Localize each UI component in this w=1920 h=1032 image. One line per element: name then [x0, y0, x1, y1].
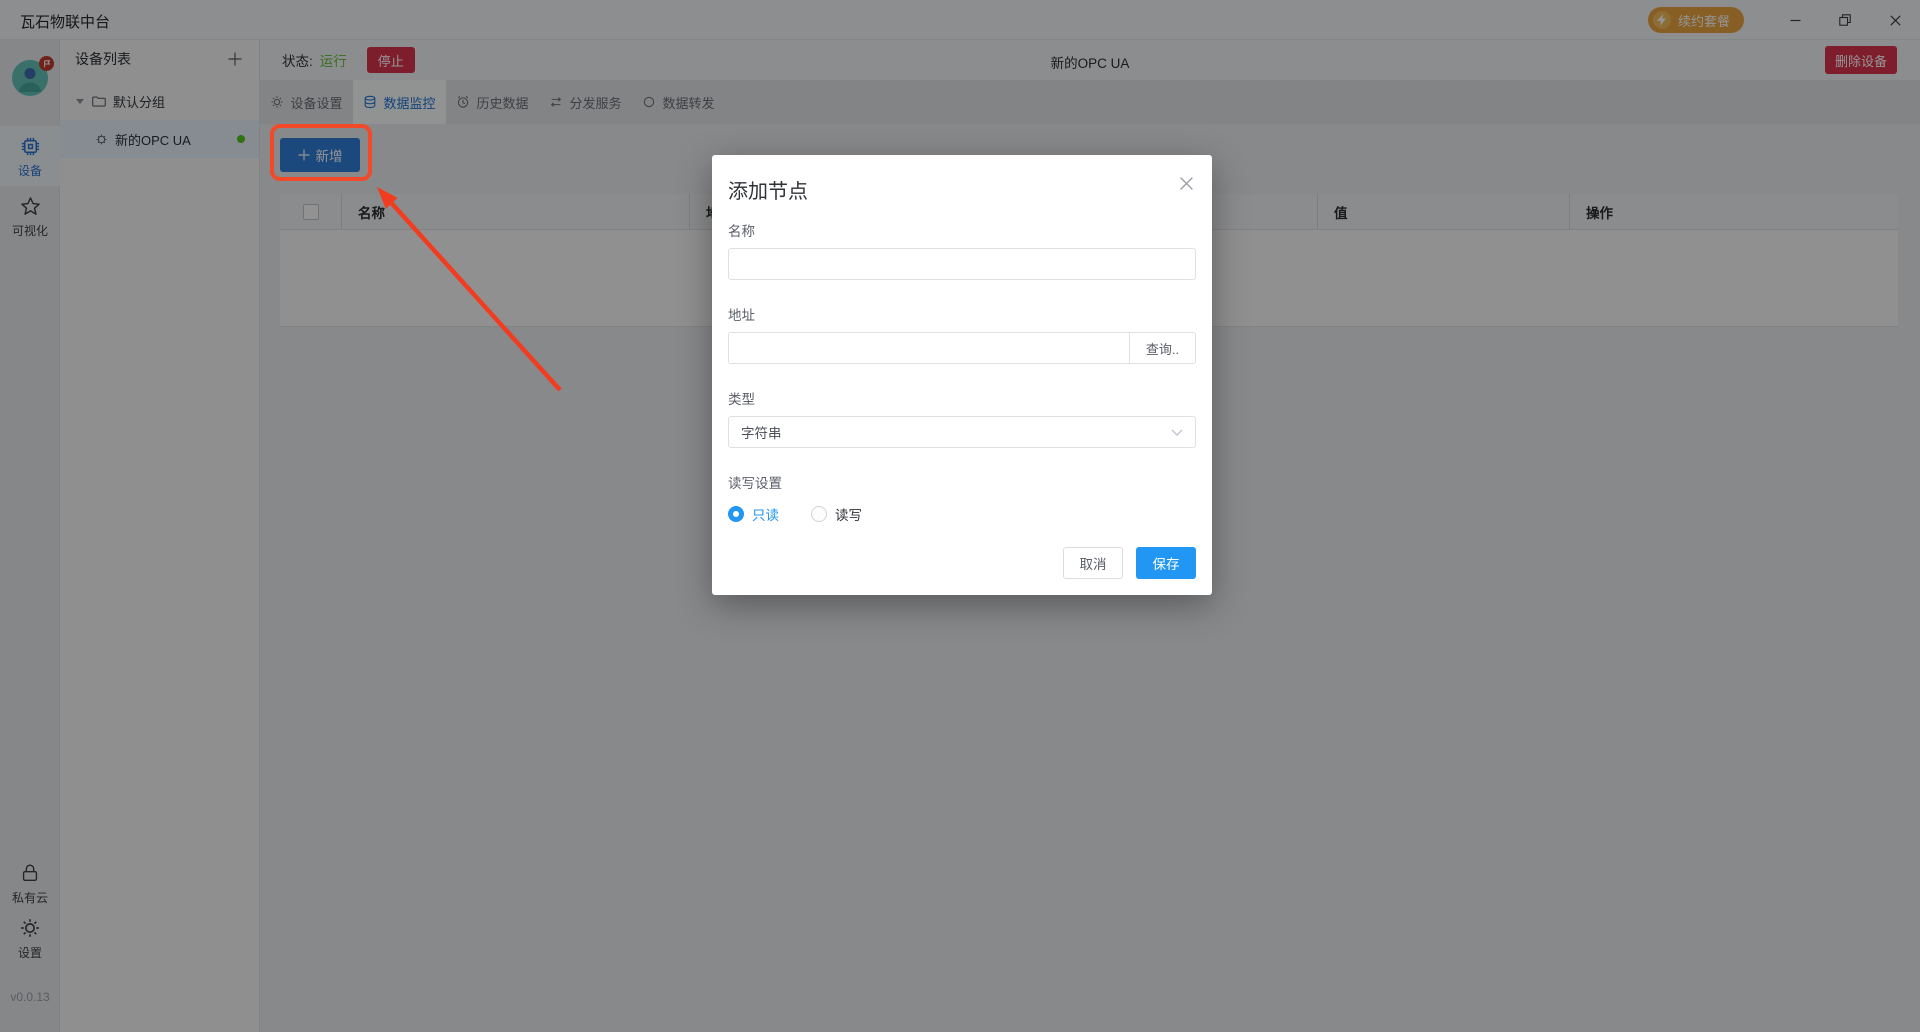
modal-title: 添加节点: [728, 155, 1196, 204]
type-select-value: 字符串: [741, 422, 782, 442]
query-button[interactable]: 查询..: [1129, 333, 1195, 363]
close-icon: [1179, 176, 1194, 191]
name-field-label: 名称: [728, 220, 1196, 240]
type-select[interactable]: 字符串: [728, 416, 1196, 448]
address-input[interactable]: [729, 333, 1129, 363]
address-input-group: 查询..: [728, 332, 1196, 364]
name-input[interactable]: [728, 248, 1196, 280]
radio-selected-icon: [728, 506, 744, 522]
chevron-down-icon: [1171, 429, 1183, 436]
radio-unselected-icon: [811, 506, 827, 522]
add-node-modal: 添加节点 名称 地址 查询.. 类型 字符串 读写设置 只读 读写 取消 保存: [712, 155, 1212, 595]
cancel-button[interactable]: 取消: [1063, 547, 1123, 579]
rw-radio-group: 只读 读写: [728, 504, 1196, 524]
radio-readonly-label: 只读: [752, 504, 779, 524]
radio-readonly[interactable]: 只读: [728, 504, 779, 524]
type-field-label: 类型: [728, 388, 1196, 408]
save-button[interactable]: 保存: [1136, 547, 1196, 579]
radio-readwrite-label: 读写: [835, 504, 862, 524]
address-field-label: 地址: [728, 304, 1196, 324]
rw-settings-label: 读写设置: [728, 472, 1196, 492]
modal-footer: 取消 保存: [1063, 547, 1196, 579]
modal-close-button[interactable]: [1176, 173, 1196, 193]
radio-readwrite[interactable]: 读写: [811, 504, 862, 524]
